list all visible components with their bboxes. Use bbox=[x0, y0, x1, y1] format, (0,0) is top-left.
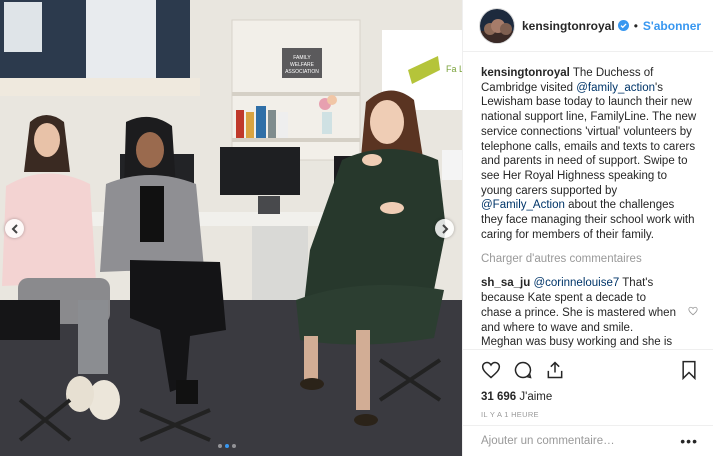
add-comment-bar: ••• bbox=[463, 425, 713, 456]
sign-line-1: FAMILY bbox=[293, 55, 311, 61]
sign-line-2: WELFARE bbox=[290, 62, 315, 68]
verified-badge-icon bbox=[617, 20, 629, 31]
load-more-comments-link[interactable]: Charger d'autres commentaires bbox=[481, 253, 698, 265]
comment-like-heart-icon[interactable] bbox=[688, 306, 698, 321]
likes-count[interactable]: 31 696 J'aime bbox=[481, 391, 698, 403]
post-image: FAMILY WELFARE ASSOCIATION Fa Lin bbox=[0, 0, 462, 456]
avatar-image bbox=[480, 8, 514, 43]
comment-input[interactable] bbox=[481, 435, 681, 447]
share-icon[interactable] bbox=[545, 360, 565, 380]
carousel-next-button[interactable] bbox=[435, 219, 454, 238]
post-side-panel: kensingtonroyal • S'abonner kensingtonro… bbox=[462, 0, 713, 456]
caption-mention-family-action-2[interactable]: @Family_Action bbox=[481, 199, 565, 211]
comment-bubble-icon[interactable] bbox=[513, 360, 533, 380]
bookmark-icon[interactable] bbox=[680, 360, 698, 380]
post-header: kensingtonroyal • S'abonner bbox=[463, 0, 713, 52]
carousel-dot bbox=[232, 444, 236, 448]
carousel-dot bbox=[218, 444, 222, 448]
caption-text-2: 's Lewisham base today to launch their n… bbox=[481, 81, 697, 197]
carousel-prev-button[interactable] bbox=[5, 219, 24, 238]
likes-label: J'aime bbox=[519, 391, 553, 403]
post-actions: 31 696 J'aime IL Y A 1 HEURE bbox=[463, 349, 713, 419]
header-separator: • bbox=[633, 18, 638, 33]
likes-number: 31 696 bbox=[481, 391, 517, 403]
comment-username[interactable]: sh_sa_ju bbox=[481, 277, 530, 289]
chevron-left-icon bbox=[11, 223, 18, 234]
chevron-right-icon bbox=[441, 223, 448, 234]
post-caption: kensingtonroyal The Duchess of Cambridge… bbox=[481, 66, 698, 242]
comment-item: sh_sa_ju @corinnelouise7 That's because … bbox=[481, 276, 698, 348]
header-username[interactable]: kensingtonroyal bbox=[522, 19, 615, 33]
carousel-indicator bbox=[218, 444, 236, 448]
like-heart-icon[interactable] bbox=[481, 360, 501, 380]
comment-mention[interactable]: @corinnelouise7 bbox=[533, 277, 619, 289]
post-timestamp[interactable]: IL Y A 1 HEURE bbox=[481, 410, 698, 419]
follow-button[interactable]: S'abonner bbox=[643, 19, 701, 33]
caption-mention-family-action[interactable]: @family_action bbox=[576, 82, 655, 94]
comments-list[interactable]: kensingtonroyal The Duchess of Cambridge… bbox=[463, 52, 713, 348]
sign-line-3: ASSOCIATION bbox=[285, 69, 319, 75]
banner-text: Fa Lin bbox=[446, 64, 462, 74]
more-options-icon[interactable]: ••• bbox=[680, 433, 698, 449]
carousel-dot-active bbox=[225, 444, 229, 448]
avatar[interactable] bbox=[479, 7, 515, 44]
action-icons-row bbox=[481, 358, 698, 382]
caption-username[interactable]: kensingtonroyal bbox=[481, 67, 570, 79]
post-photo[interactable]: FAMILY WELFARE ASSOCIATION Fa Lin bbox=[0, 0, 462, 456]
